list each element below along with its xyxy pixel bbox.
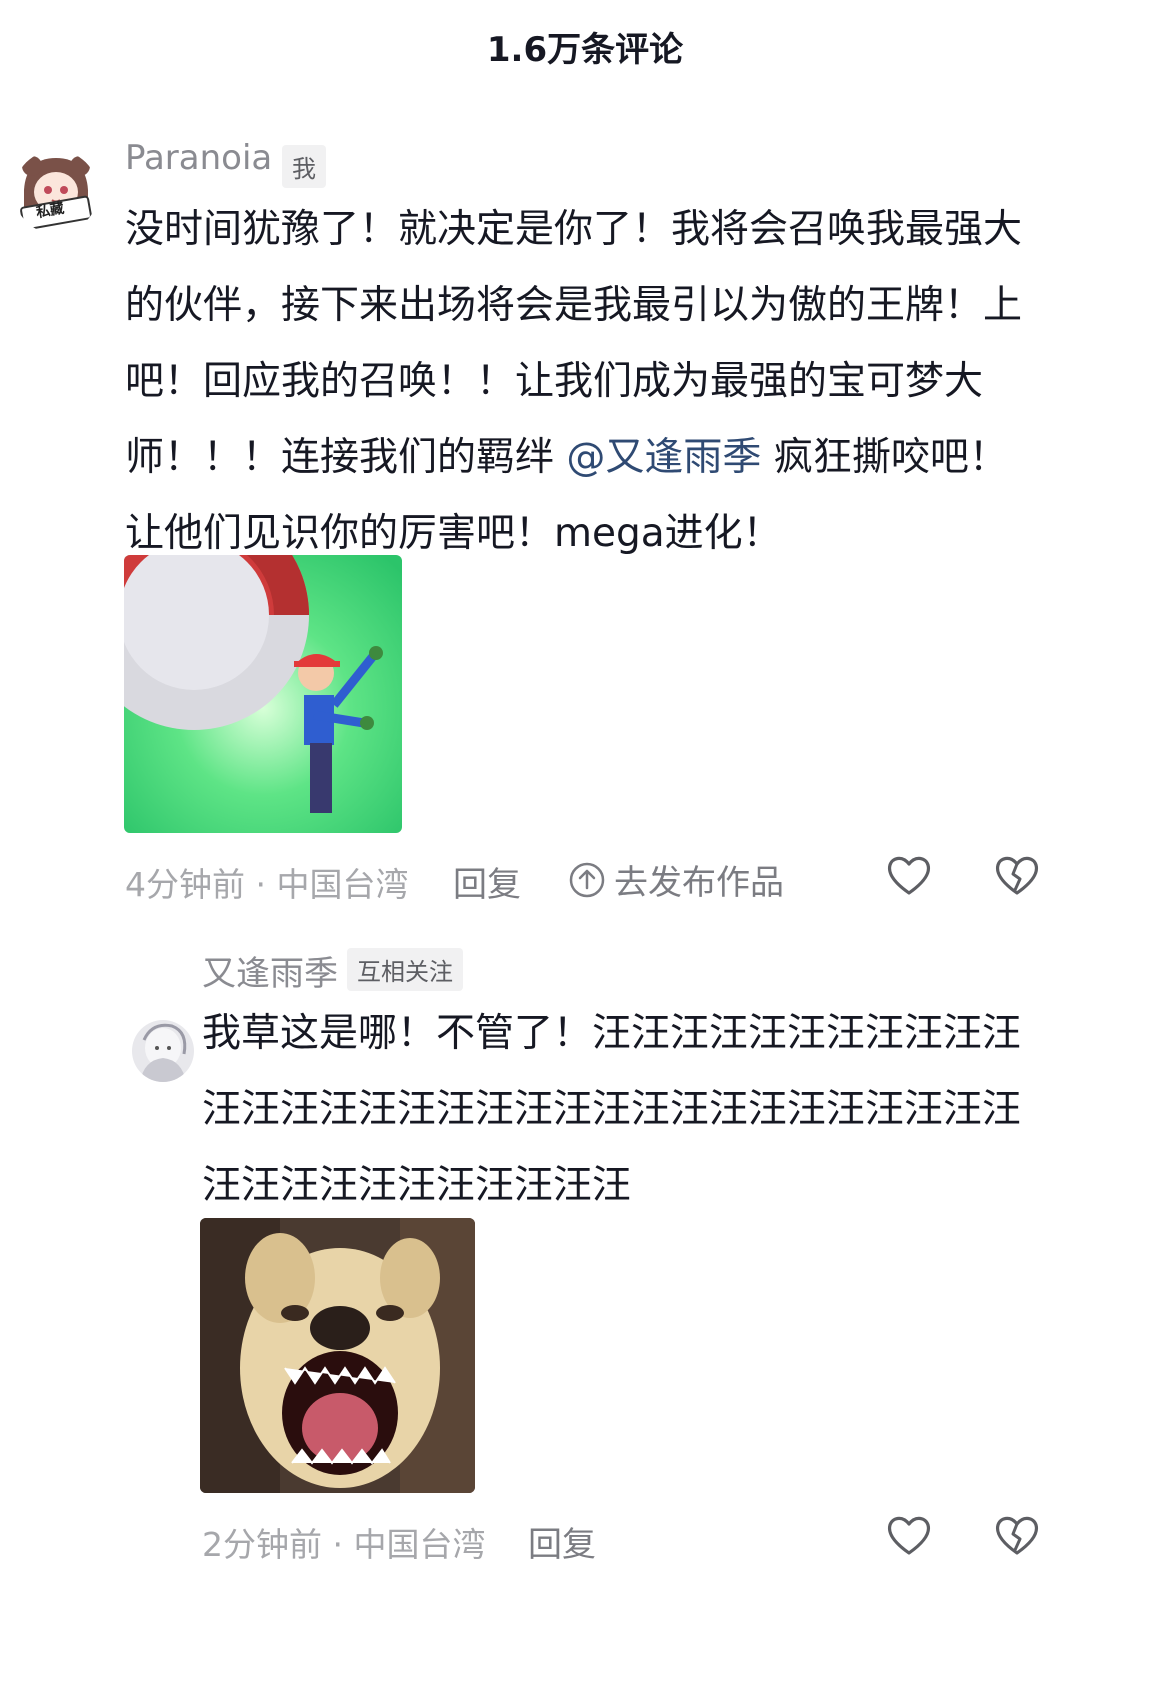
trainer-illustration xyxy=(124,555,402,833)
reply-text: 我草这是哪！不管了！汪汪汪汪汪汪汪汪汪汪汪汪汪汪汪汪汪汪汪汪汪汪汪汪汪汪汪汪汪汪… xyxy=(202,1011,1022,1208)
like-icon[interactable] xyxy=(884,850,934,900)
reply-dislike-icon[interactable] xyxy=(992,1510,1042,1560)
comment-time-location: 4分钟前 · 中国台湾 xyxy=(125,865,409,904)
comment-text: 没时间犹豫了！就决定是你了！我将会召唤我最强大的伙伴，接下来出场将会是我最引以为… xyxy=(125,192,1045,572)
reply-time-location: 2分钟前 · 中国台湾 xyxy=(202,1525,486,1564)
dislike-icon[interactable] xyxy=(992,850,1042,900)
comment-username[interactable]: Paranoia xyxy=(125,138,272,178)
publish-work-button[interactable]: 去发布作品 xyxy=(568,855,784,904)
mention-link[interactable]: @又逢雨季 xyxy=(566,435,761,480)
self-tag: 我 xyxy=(282,145,326,188)
reply-username[interactable]: 又逢雨季 xyxy=(202,946,338,995)
avatar-illustration xyxy=(14,150,98,234)
reply-button[interactable]: 回复 xyxy=(453,857,521,906)
mutual-follow-tag: 互相关注 xyxy=(347,948,463,991)
reply-reply-button[interactable]: 回复 xyxy=(528,1517,596,1566)
comment-count-title: 1.6万条评论 xyxy=(486,30,684,70)
reply-image-angry-dog[interactable] xyxy=(200,1218,475,1493)
reply-avatar-illustration xyxy=(132,1020,194,1082)
angry-dog-illustration xyxy=(200,1218,475,1493)
upload-circle-icon xyxy=(569,862,605,897)
publish-work-label: 去发布作品 xyxy=(614,863,784,903)
comment-image-pokemon-trainer[interactable] xyxy=(124,555,402,833)
reply-like-icon[interactable] xyxy=(884,1510,934,1560)
reply-user-avatar[interactable] xyxy=(132,1020,194,1082)
user-avatar[interactable]: 私藏 xyxy=(14,150,98,234)
